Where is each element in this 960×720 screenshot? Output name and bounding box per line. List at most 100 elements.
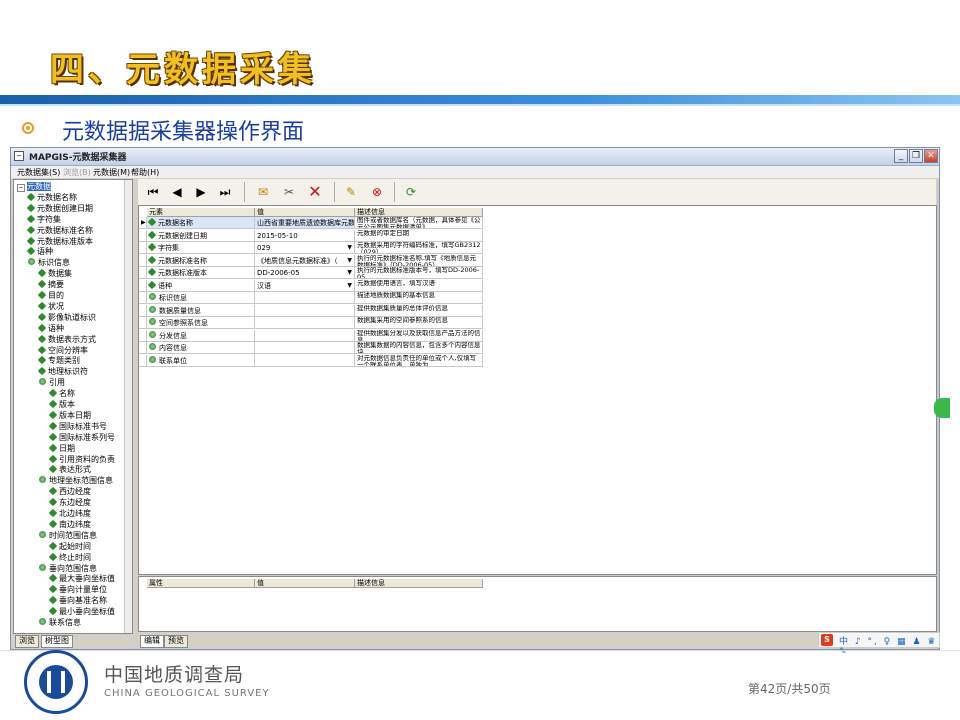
close-button[interactable]: ✕ [924, 149, 938, 163]
tree-item[interactable]: 最小垂向坐标值 [48, 606, 115, 617]
tree-item[interactable]: 地理坐标范围信息 [39, 476, 113, 486]
grid-cell-desc[interactable]: 执行的元数据标准版本号，填写DD-2006-05 [355, 267, 483, 279]
tree-item[interactable]: 空间分辨率 [37, 345, 88, 356]
row-indicator[interactable] [139, 279, 147, 292]
grid-cell-desc[interactable]: 提供数据集质量的总体评价信息 [355, 304, 483, 317]
dropdown-arrow-icon[interactable]: ▼ [347, 242, 352, 253]
tree-item[interactable]: 垂向计量单位 [48, 585, 107, 595]
tree-item[interactable]: 垂向范围信息 [39, 563, 97, 574]
grid-cell-element[interactable]: 字符集 [147, 242, 255, 254]
grid-cell-value[interactable]: 山西省重要地质遗迹数据库元数 [255, 217, 355, 229]
grid-cell-desc[interactable]: 元数据采用的字符编码标准，填写GB2312（029） [355, 242, 483, 254]
grid-cell-element[interactable]: 元数据创建日期 [147, 229, 255, 242]
tree-item[interactable]: 版本 [48, 399, 75, 410]
first-record-icon[interactable]: ⏮ [144, 183, 162, 201]
tree-item[interactable]: 最大垂向坐标值 [48, 574, 115, 584]
tree-item[interactable]: 语种 [26, 247, 53, 257]
edit-icon[interactable]: ✎ [342, 183, 360, 201]
tree-scrollbar[interactable] [124, 180, 132, 633]
grid-cell-value[interactable]: 029 ▼ [255, 242, 355, 254]
tree-item[interactable]: 东边经度 [48, 497, 91, 508]
tree-item[interactable]: 字符集 [26, 214, 61, 225]
tree-item[interactable]: 语种 [37, 323, 64, 334]
window-titlebar[interactable]: − MAPGIS-元数据采集器 _ ❐ ✕ [11, 148, 939, 166]
menu-browse[interactable]: 浏览(B) [63, 167, 91, 178]
row-indicator[interactable] [139, 354, 147, 367]
grid-cell-element[interactable]: 分发信息 [147, 329, 255, 342]
grid-cell-element[interactable]: 数据质量信息 [147, 304, 255, 317]
side-float-icon[interactable] [934, 398, 950, 418]
dropdown-arrow-icon[interactable]: ▼ [347, 267, 352, 278]
tree-item[interactable]: 名称 [48, 388, 75, 399]
open-icon[interactable]: ✉ [254, 183, 272, 201]
dropdown-arrow-icon[interactable]: ▼ [347, 280, 352, 291]
prev-record-icon[interactable]: ◀ [168, 183, 186, 201]
tree-item[interactable]: 标识信息 [28, 258, 70, 268]
refresh-icon[interactable]: ⟳ [402, 183, 420, 201]
grid-cell-desc[interactable]: 数据集数据的内容信息，包含多个内容信息块 [355, 342, 483, 354]
row-indicator[interactable] [139, 342, 147, 354]
tree-item[interactable]: 国际标准书号 [48, 421, 107, 432]
grid-cell-value[interactable] [255, 342, 355, 354]
tree-item[interactable]: 引用资料的负责 [48, 454, 115, 465]
grid-cell-value[interactable]: DD-2006-05 ▼ [255, 267, 355, 279]
grid-cell-value[interactable] [255, 317, 355, 329]
tools-icon[interactable]: ✂ [280, 183, 298, 201]
grid-cell-element[interactable]: 元数据标准名称 [147, 254, 255, 267]
tree-item[interactable]: 北边纬度 [48, 508, 91, 519]
row-indicator[interactable] [139, 329, 147, 342]
metadata-tree[interactable]: − 元数据 元数据名称 元数据创建日期 字符集 元数据标准名称 元数据标准版本 语种 标识信息数… [13, 179, 133, 634]
ime-tool-icons[interactable]: 中 ♪ °, ♀ ▦ ♟ ♛ ✎ [839, 634, 939, 657]
tree-item[interactable]: 目的 [37, 290, 64, 301]
tree-item[interactable]: 起始时间 [48, 541, 91, 552]
grid-cell-value[interactable]: 2015-05-10 [255, 229, 355, 242]
tree-item[interactable]: 国际标准系列号 [48, 432, 115, 443]
grid-cell-desc[interactable]: 描述地质数据集的基本信息 [355, 292, 483, 304]
grid-cell-desc[interactable]: 执行的元数据标准名称,填写《地质信息元数据标准》（DD-2006-05） [355, 254, 483, 267]
grid-cell-value[interactable] [255, 329, 355, 342]
grid-cell-element[interactable]: 联系单位 [147, 354, 255, 367]
tab-edit[interactable]: 编辑 [140, 635, 164, 648]
row-indicator[interactable]: ▶ [139, 217, 147, 229]
tree-item[interactable]: 元数据标准名称 [26, 225, 93, 236]
grid-cell-element[interactable]: 内容信息 [147, 342, 255, 354]
row-indicator[interactable] [139, 267, 147, 279]
grid-cell-element[interactable]: 空间参照系信息 [147, 317, 255, 329]
grid-cell-value[interactable] [255, 304, 355, 317]
restore-button[interactable]: ❐ [909, 149, 923, 163]
tree-item[interactable]: 联系信息 [39, 618, 81, 628]
row-indicator[interactable] [139, 304, 147, 317]
tree-item[interactable]: 版本日期 [48, 410, 91, 421]
menu-metadata[interactable]: 元数据(M) [93, 167, 130, 178]
grid-cell-value[interactable]: 汉语 ▼ [255, 279, 355, 292]
grid-cell-element[interactable]: 语种 [147, 279, 255, 292]
grid-cell-desc[interactable]: 元数据的审定日期 [355, 229, 483, 242]
dropdown-arrow-icon[interactable]: ▼ [347, 255, 352, 266]
tree-item[interactable]: 南边纬度 [48, 519, 91, 530]
grid-cell-value[interactable]: 《地质信息元数据标准》（ ▼ [255, 254, 355, 267]
grid-cell-value[interactable] [255, 292, 355, 304]
tree-item[interactable]: 时间范围信息 [39, 530, 97, 541]
row-indicator[interactable] [139, 229, 147, 242]
cancel-icon[interactable]: ⊗ [368, 183, 386, 201]
grid-cell-desc[interactable]: 数据集采用的空间参照系的信息 [355, 317, 483, 329]
grid-cell-desc[interactable]: 对元数据信息负责任的单位或个人,仅填写一个联系单位表，单独为 [355, 354, 483, 367]
menu-dataset[interactable]: 元数据集(S) [17, 167, 60, 178]
next-record-icon[interactable]: ▶ [192, 183, 210, 201]
ime-toolbar[interactable]: S 中 ♪ °, ♀ ▦ ♟ ♛ ✎ [818, 632, 940, 657]
tree-item[interactable]: 垂向基准名称 [48, 595, 107, 606]
tree-item[interactable]: 表达形式 [48, 465, 91, 475]
row-indicator[interactable] [139, 254, 147, 267]
tree-item[interactable]: 数据集 [37, 268, 72, 279]
tree-item[interactable]: − 元数据 [17, 182, 51, 192]
grid-cell-desc[interactable]: 提供数据集分发以及获取信息产品方法的信息 [355, 329, 483, 342]
tree-item[interactable]: 元数据创建日期 [26, 203, 93, 214]
grid-cell-element[interactable]: 标识信息 [147, 292, 255, 304]
minimize-button[interactable]: _ [894, 149, 908, 163]
delete-icon[interactable]: ✕ [306, 183, 324, 201]
tab-tree-view[interactable]: 树型图 [41, 635, 73, 648]
tab-preview[interactable]: 预览 [164, 635, 188, 648]
app-menu-icon[interactable]: − [14, 151, 24, 161]
property-grid[interactable]: 属性 值 描述信息 [138, 576, 937, 632]
grid-cell-desc[interactable]: 图件或者数据库名（元数据，具体参见《公元公示图集元数据清单》 [355, 217, 483, 229]
